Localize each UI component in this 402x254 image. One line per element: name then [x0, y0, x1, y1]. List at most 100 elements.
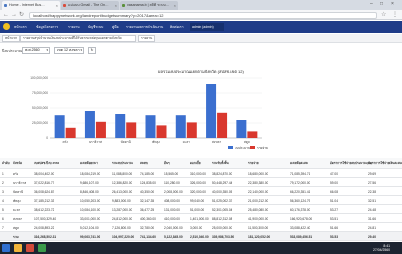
- x-tick-label: สงขลา: [212, 140, 222, 144]
- table-header: ลำดับ จังหวัด งบสปสช.ปีงบ 2560 คงเหลือยกมา ร…: [0, 158, 402, 169]
- legend-label: รายจ่าย: [257, 146, 268, 150]
- column-header: อื่นๆ: [164, 161, 170, 165]
- browser-tab-home[interactable]: Home - Internet Bus… ×: [2, 1, 60, 10]
- column-header: รวมงบประมาณ: [112, 161, 133, 165]
- filter-bar: ปีงบประมาณ พ.ศ.2560 ▾ เขต 12 สงขลา ▾ ↻: [0, 46, 402, 56]
- y-tick-label: 25,000,000: [32, 121, 48, 125]
- breadcrumb-report-title[interactable]: รายงานสรุปจำนวนเงินงบประมาณที่ได้รับจากแ…: [20, 35, 136, 42]
- column-header: อัตราการใช้จ่ายเงินสะสม(%): [368, 161, 402, 165]
- bar-budget: [54, 115, 65, 138]
- close-tab-icon[interactable]: ×: [174, 1, 176, 10]
- clock-date: 27/04/2560: [373, 248, 390, 252]
- bar-expense: [65, 127, 76, 138]
- bar-expense: [217, 112, 228, 138]
- nav-item-home[interactable]: หน้าแรก: [14, 23, 27, 31]
- x-tick-label: สตูล: [244, 140, 250, 144]
- file-explorer-icon[interactable]: [14, 244, 22, 252]
- column-header: คงเหลือสะสม: [290, 161, 308, 165]
- close-window-icon[interactable]: ×: [391, 1, 394, 7]
- nav-item-performance[interactable]: รายงานผลการดำเนินงาน: [126, 23, 163, 31]
- area-select-value: เขต 12 สงขลา: [57, 48, 80, 52]
- favicon-icon: [4, 4, 7, 7]
- bar-budget: [206, 84, 217, 138]
- column-header: ดอกเบี้ย: [190, 161, 201, 165]
- table-cell: 533,089,456.51: [290, 235, 313, 239]
- table-row: 2 นราธิวาส 37,022,816.77 9,686,107.00 12,386…: [0, 178, 402, 187]
- column-header: งบสปสช.ปีงบ 2560: [34, 161, 60, 165]
- breadcrumb-report[interactable]: รายงาน: [138, 35, 156, 42]
- windows-taskbar: 8:41 27/04/2560: [0, 242, 402, 254]
- minimize-icon[interactable]: –: [370, 1, 373, 7]
- table-cell: 741,134.60: [140, 235, 156, 239]
- site-logo-icon: [3, 23, 10, 30]
- bar-budget: [84, 111, 95, 138]
- column-header: คงเหลือยกมา: [80, 161, 98, 165]
- bookmark-star-icon[interactable]: ☆: [381, 11, 386, 19]
- table-row: 3 ปัตตานี 36,008,624.87 8,846,408.00 26,413,…: [0, 187, 402, 196]
- browser-tab-label: vasanama.b | สถิติ ระบบ…: [127, 3, 170, 7]
- bar-expense: [126, 122, 137, 138]
- refresh-filter-button[interactable]: ↻: [88, 47, 96, 54]
- bar-expense: [156, 125, 167, 138]
- table-cell: 99,063,741.00: [80, 235, 101, 239]
- system-clock: 8:41 27/04/2560: [373, 244, 390, 252]
- close-tab-icon[interactable]: ×: [115, 1, 117, 10]
- area-select[interactable]: เขต 12 สงขลา ▾: [54, 47, 84, 54]
- table-cell: 316,268,502.31: [34, 235, 57, 239]
- nav-item-manual[interactable]: คู่มือ: [112, 23, 119, 31]
- maximize-icon[interactable]: □: [380, 1, 383, 7]
- bar-chart-svg: 100,000,000 75,000,000 50,000,000 25,000,00…: [30, 76, 268, 150]
- column-header: รวมรับทั้งสิ้น: [212, 161, 229, 165]
- y-tick-label: 0: [46, 136, 48, 140]
- back-icon[interactable]: ←: [3, 11, 9, 19]
- table-cell: 29.40: [368, 235, 376, 239]
- column-header: อัตราการใช้จ่ายงบประมาณ(%): [330, 161, 372, 165]
- favicon-icon: [63, 4, 66, 7]
- close-tab-icon[interactable]: ×: [56, 1, 58, 10]
- nav-item-reports[interactable]: รายงาน: [68, 23, 80, 31]
- bar-budget: [175, 115, 186, 138]
- start-icon[interactable]: [2, 244, 10, 252]
- app-icon[interactable]: [38, 244, 46, 252]
- address-bar-row: ← → ↻ localhost/happynetwork.org/landrep…: [0, 10, 402, 20]
- bar-budget: [145, 115, 156, 138]
- x-tick-label: ตรัง: [62, 140, 68, 144]
- table-row: 5 ยะลา 38,612,223.72 10,084,100.00 13,287,00…: [0, 205, 402, 214]
- table-cell: 5,122,845.00: [164, 235, 183, 239]
- browser-tab-stats[interactable]: vasanama.b | สถิติ ระบบ… ×: [120, 1, 178, 10]
- user-menu[interactable]: admin (admin): [190, 23, 224, 31]
- chrome-icon[interactable]: [26, 244, 34, 252]
- x-tick-label: พัทลุง: [152, 140, 160, 145]
- table-cell: 2,510,040.00: [190, 235, 209, 239]
- bar-expense: [186, 122, 197, 138]
- browser-menu-icon[interactable]: ⋮: [392, 11, 398, 19]
- nav-item-projects[interactable]: ข้อมูลโครงการ: [36, 23, 58, 31]
- column-header: จังหวัด: [13, 161, 23, 165]
- year-label: ปีงบประมาณ: [2, 49, 23, 53]
- browser-tab-label: Home - Internet Bus…: [9, 3, 45, 7]
- breadcrumb: หน้าแรก รายงานสรุปจำนวนเงินงบประมาณที่ได…: [0, 34, 402, 43]
- year-select-value: พ.ศ.2560: [25, 48, 40, 52]
- bar-expense: [95, 121, 106, 138]
- nav-item-accounts[interactable]: บัญชีระบบ: [88, 23, 103, 31]
- browser-tab-gmail[interactable]: แม่แบบ Gmail - The On… ×: [61, 1, 119, 10]
- breadcrumb-home[interactable]: หน้าแรก: [2, 35, 21, 42]
- forward-icon[interactable]: →: [11, 11, 17, 19]
- browser-tab-label: แม่แบบ Gmail - The On…: [68, 3, 109, 7]
- nav-item-contact[interactable]: ติดต่อเรา: [170, 23, 184, 31]
- table-row: 1 ตรัง 38,004,402.00 18,084,219.00 11,088,80…: [0, 169, 402, 178]
- table-cell: 339,986,703.50: [212, 235, 235, 239]
- year-select[interactable]: พ.ศ.2560 ▾: [22, 47, 50, 54]
- y-tick-label: 100,000,000: [30, 76, 48, 80]
- favicon-icon: [122, 4, 125, 7]
- column-header: ลำดับ: [2, 161, 10, 165]
- url-input[interactable]: localhost/happynetwork.org/landreport/bu…: [29, 12, 377, 19]
- table-row: 6 สงขลา 107,500,329.40 33,001,000.00 24,812,…: [0, 214, 402, 223]
- x-tick-label: นราธิวาส: [89, 140, 102, 144]
- bar-expense: [247, 131, 258, 138]
- reload-icon[interactable]: ↻: [19, 11, 24, 19]
- browser-tab-strip: Home - Internet Bus… × แม่แบบ Gmail - Th…: [0, 0, 402, 10]
- bar-budget: [115, 114, 126, 138]
- y-tick-label: 75,000,000: [32, 91, 48, 95]
- table-row: 7 สตูล 24,008,893.22 5,012,104.00 7,126,800.…: [0, 223, 402, 232]
